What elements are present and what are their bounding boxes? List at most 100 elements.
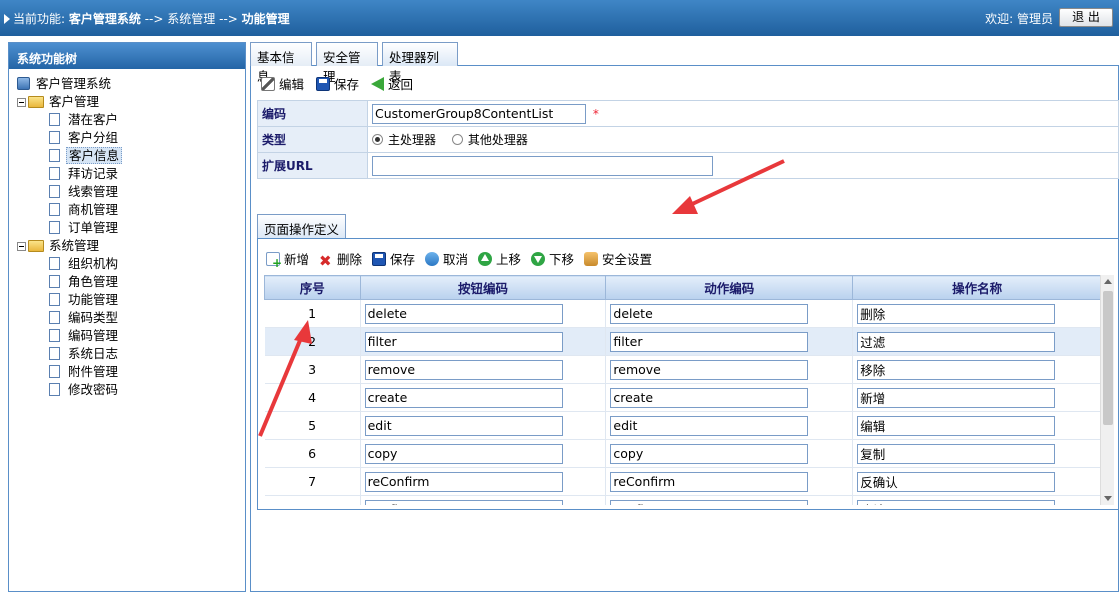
- operation-name-cell: [852, 495, 1102, 505]
- type-main-radio[interactable]: [372, 134, 383, 145]
- button-code-cell: [360, 439, 607, 468]
- operation-name-input[interactable]: [857, 387, 1056, 408]
- tree-item[interactable]: 线索管理: [17, 183, 245, 201]
- table-row[interactable]: 1: [264, 299, 1102, 328]
- code-label: 编码: [257, 100, 368, 127]
- security-settings-button[interactable]: 安全设置: [584, 249, 652, 268]
- computer-icon: [17, 77, 30, 90]
- tree-item[interactable]: 角色管理: [17, 273, 245, 291]
- action-code-input[interactable]: [610, 331, 809, 352]
- tree-item[interactable]: 客户信息: [17, 147, 245, 165]
- logout-button[interactable]: 退 出: [1059, 8, 1113, 27]
- operation-name-cell: [852, 299, 1102, 328]
- tab-processor-list[interactable]: 处理器列表: [382, 42, 458, 84]
- tree-item[interactable]: 修改密码: [17, 381, 245, 399]
- tree-group[interactable]: 客户管理: [17, 93, 245, 111]
- button-code-input[interactable]: [364, 443, 563, 464]
- action-code-input[interactable]: [610, 359, 809, 380]
- table-row[interactable]: 5: [264, 411, 1102, 440]
- operation-name-input[interactable]: [857, 303, 1056, 324]
- breadcrumb-sep: -->: [144, 12, 164, 26]
- tree-item-label: 潜在客户: [68, 112, 119, 127]
- table-row[interactable]: 6: [264, 439, 1102, 468]
- action-code-input[interactable]: [610, 387, 809, 408]
- add-button[interactable]: 新增: [266, 249, 309, 270]
- tree-item[interactable]: 潜在客户: [17, 111, 245, 129]
- operation-name-input[interactable]: [857, 331, 1056, 352]
- table-row[interactable]: 8: [264, 495, 1102, 505]
- tree-item-label: 组织机构: [68, 256, 119, 271]
- button-code-cell: [360, 327, 607, 356]
- scroll-up-icon[interactable]: [1104, 279, 1112, 284]
- operations-panel: 新增 ✖ 删除 保存 取消 上移 下移 安全设置 序号 按钮编码 动作编码 操作名…: [257, 238, 1119, 510]
- grid-save-button[interactable]: 保存: [372, 249, 415, 268]
- button-code-input[interactable]: [364, 359, 563, 380]
- tree-root[interactable]: 客户管理系统: [17, 75, 245, 93]
- tree-item[interactable]: 编码类型: [17, 309, 245, 327]
- tree-item[interactable]: 拜访记录: [17, 165, 245, 183]
- table-row[interactable]: 7: [264, 467, 1102, 496]
- tree-item[interactable]: 编码管理: [17, 327, 245, 345]
- breadcrumb-prefix: 当前功能:: [13, 12, 66, 26]
- type-other-radio[interactable]: [451, 134, 463, 145]
- action-code-input[interactable]: [610, 471, 809, 492]
- button-code-input[interactable]: [364, 303, 563, 324]
- tree-item[interactable]: 系统日志: [17, 345, 245, 363]
- move-down-button[interactable]: 下移: [531, 249, 574, 268]
- tree-item[interactable]: 订单管理: [17, 219, 245, 237]
- save-button[interactable]: 保存: [316, 74, 359, 93]
- operation-name-cell: [852, 355, 1102, 384]
- tree-item[interactable]: 客户分组: [17, 129, 245, 147]
- button-code-input[interactable]: [364, 331, 563, 352]
- action-code-input[interactable]: [610, 415, 809, 436]
- action-code-input[interactable]: [610, 499, 809, 505]
- back-button[interactable]: 返回: [371, 74, 413, 93]
- button-code-input[interactable]: [364, 499, 563, 505]
- col-header-action-code[interactable]: 动作编码: [605, 275, 854, 300]
- collapse-icon[interactable]: [17, 98, 26, 107]
- collapse-icon[interactable]: [17, 242, 26, 251]
- tree-item[interactable]: 附件管理: [17, 363, 245, 381]
- col-header-operation-name[interactable]: 操作名称: [852, 275, 1102, 300]
- grid-scrollbar[interactable]: [1100, 275, 1114, 505]
- button-code-input[interactable]: [364, 387, 563, 408]
- cancel-button[interactable]: 取消: [425, 249, 468, 268]
- button-code-input[interactable]: [364, 471, 563, 492]
- tree-group[interactable]: 系统管理: [17, 237, 245, 255]
- operation-name-input[interactable]: [857, 499, 1056, 505]
- col-header-no[interactable]: 序号: [264, 275, 361, 300]
- action-code-cell: [605, 355, 854, 384]
- tree-item[interactable]: 组织机构: [17, 255, 245, 273]
- code-input[interactable]: [372, 103, 586, 124]
- scroll-down-icon[interactable]: [1104, 496, 1112, 501]
- edit-button[interactable]: 编辑: [261, 74, 304, 93]
- table-row[interactable]: 3: [264, 355, 1102, 384]
- table-row[interactable]: 2: [264, 327, 1102, 356]
- tab-page-operations[interactable]: 页面操作定义: [257, 214, 347, 238]
- button-code-input[interactable]: [364, 415, 563, 436]
- tab-basic-info[interactable]: 基本信息: [250, 42, 312, 84]
- operation-name-input[interactable]: [857, 359, 1056, 380]
- arrow-down-icon: [531, 252, 545, 266]
- operation-name-cell: [852, 383, 1102, 412]
- table-row[interactable]: 4: [264, 383, 1102, 412]
- action-code-input[interactable]: [610, 443, 809, 464]
- tree-item[interactable]: 商机管理: [17, 201, 245, 219]
- operation-name-input[interactable]: [857, 415, 1056, 436]
- tab-security[interactable]: 安全管理: [316, 42, 378, 84]
- url-input[interactable]: [372, 155, 713, 176]
- scroll-thumb[interactable]: [1103, 291, 1113, 425]
- delete-button[interactable]: ✖ 删除: [319, 249, 362, 269]
- action-code-input[interactable]: [610, 303, 809, 324]
- col-header-button-code[interactable]: 按钮编码: [359, 275, 607, 300]
- tree-item[interactable]: 功能管理: [17, 291, 245, 309]
- move-up-button[interactable]: 上移: [478, 249, 521, 268]
- tree-item-label: 商机管理: [68, 202, 119, 217]
- operation-name-input[interactable]: [857, 443, 1056, 464]
- tree-item-label: 客户分组: [68, 130, 119, 145]
- tree-item-label: 功能管理: [68, 292, 119, 307]
- operation-name-input[interactable]: [857, 471, 1056, 492]
- cancel-label: 取消: [443, 252, 469, 267]
- operation-name-cell: [852, 327, 1102, 356]
- tree-group-label: 系统管理: [49, 238, 100, 253]
